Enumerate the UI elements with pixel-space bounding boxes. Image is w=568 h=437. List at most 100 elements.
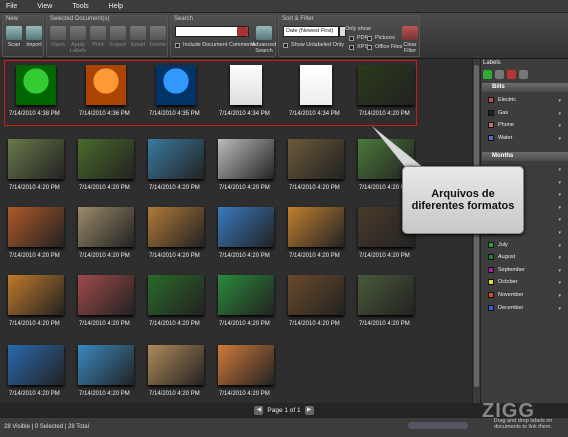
chevron-down-icon[interactable]: ▾ [558,280,561,286]
office-files-checkbox[interactable]: Office Files [367,44,402,50]
open-label: Open [51,42,65,48]
pictures-checkbox[interactable]: Pictures [367,35,395,41]
document-thumbnail[interactable]: 7/14/2010 4:20 PM [214,137,280,203]
export-button[interactable]: Export [107,25,129,56]
import-button[interactable]: Import [23,25,45,56]
import-icon [26,26,42,40]
scan-button[interactable]: Scan [3,25,25,56]
document-thumbnail[interactable]: 7/14/2010 4:20 PM [74,273,140,339]
document-thumbnail[interactable]: 7/14/2010 4:20 PM [144,137,210,203]
document-thumbnail[interactable]: 7/14/2010 4:20 PM [4,273,70,339]
scan-label: Scan [7,42,21,48]
thumbnail-date: 7/14/2010 4:20 PM [149,391,200,397]
menu-tools[interactable]: Tools [72,3,88,10]
thumbnail-date: 7/14/2010 4:20 PM [79,321,130,327]
open-button[interactable]: Open [47,25,69,56]
clear-filter-button[interactable]: Clear Filter [399,25,421,56]
category-months[interactable]: Months [482,152,568,161]
chevron-down-icon[interactable]: ▾ [558,136,561,142]
chevron-down-icon[interactable]: ▾ [558,180,561,186]
label-item[interactable]: August ▾ [482,251,568,263]
chevron-down-icon[interactable]: ▾ [558,293,561,299]
xps-checkbox[interactable]: XPS [349,44,368,50]
thumbnail-image [218,139,274,179]
thumbnail-date: 7/14/2010 4:20 PM [289,321,340,327]
category-bills[interactable]: Bills [482,83,568,92]
document-thumbnail[interactable]: 7/14/2010 4:20 PM [4,137,70,203]
checkbox-box [349,35,354,41]
export-label: Export [110,42,126,48]
chevron-down-icon[interactable]: ▾ [558,243,561,249]
thumbnail-date: 7/14/2010 4:20 PM [79,253,130,259]
unlabeled-only-checkbox[interactable]: Show Unlabeled Only [283,42,344,48]
thumbnail-image [358,275,414,315]
document-thumbnail[interactable]: 7/14/2010 4:20 PM [214,205,280,271]
print-button[interactable]: Print [87,25,109,56]
chevron-down-icon[interactable]: ▾ [558,98,561,104]
chevron-down-icon[interactable]: ▾ [558,268,561,274]
chevron-down-icon[interactable]: ▾ [558,230,561,236]
label-item[interactable]: Phone ▾ [482,119,568,131]
document-thumbnail[interactable]: 7/14/2010 4:20 PM [284,273,350,339]
checkbox-box [367,35,372,41]
advanced-search-button[interactable]: Advanced Search [252,25,276,56]
document-thumbnail[interactable]: 7/14/2010 4:20 PM [354,273,420,339]
document-thumbnail[interactable]: 7/14/2010 4:20 PM [214,273,280,339]
label-name: Gas [498,109,509,116]
thumbnail-image [148,207,204,247]
document-thumbnail[interactable]: 7/14/2010 4:20 PM [144,343,210,409]
sort-select[interactable]: Date (Newest First) [283,26,339,37]
menu-help[interactable]: Help [109,3,123,10]
label-item[interactable]: Electric ▾ [482,94,568,106]
label-item[interactable]: October ▾ [482,276,568,288]
document-thumbnail[interactable]: 7/14/2010 4:20 PM [284,205,350,271]
label-name: Water [498,134,513,141]
labels-toolbar [483,70,528,79]
prev-page-button[interactable]: ◀ [254,405,264,415]
document-thumbnail[interactable]: 7/14/2010 4:20 PM [74,137,140,203]
label-item[interactable]: November ▾ [482,289,568,301]
label-name: October [498,279,518,286]
thumbnail-image [8,275,64,315]
next-page-button[interactable]: ▶ [304,405,314,415]
label-item[interactable]: September ▾ [482,264,568,276]
document-thumbnail[interactable]: 7/14/2010 4:20 PM [284,137,350,203]
document-thumbnail[interactable]: 7/14/2010 4:20 PM [144,205,210,271]
thumbnail-image [148,345,204,385]
zoom-slider[interactable] [408,422,468,429]
label-item[interactable]: Gas ▾ [482,107,568,119]
chevron-down-icon[interactable]: ▾ [558,217,561,223]
label-item[interactable]: December ▾ [482,302,568,314]
document-thumbnail[interactable]: 7/14/2010 4:20 PM [74,343,140,409]
chevron-down-icon[interactable]: ▾ [558,192,561,198]
apply-labels-button[interactable]: Apply Labels [67,25,89,56]
document-thumbnail[interactable]: 7/14/2010 4:20 PM [74,205,140,271]
chevron-down-icon[interactable]: ▾ [558,205,561,211]
new-group-title: New [6,16,19,22]
document-thumbnail[interactable]: 7/14/2010 4:20 PM [4,205,70,271]
chevron-down-icon[interactable]: ▾ [558,111,561,117]
document-thumbnail[interactable]: 7/14/2010 4:20 PM [144,273,210,339]
add-label-icon[interactable] [483,70,492,79]
menu-view[interactable]: View [37,3,52,10]
label-item[interactable]: July ▾ [482,239,568,251]
thumbnail-image [8,207,64,247]
delete-label-icon[interactable] [507,70,516,79]
label-options-icon[interactable] [519,70,528,79]
edit-label-icon[interactable] [495,70,504,79]
email-button[interactable]: Email [127,25,149,56]
chevron-down-icon[interactable]: ▾ [558,167,561,173]
search-icon[interactable] [237,27,248,36]
chevron-down-icon[interactable]: ▾ [558,255,561,261]
delete-button[interactable]: Delete [147,25,169,56]
document-thumbnail[interactable]: 7/14/2010 4:20 PM [214,343,280,409]
document-thumbnail[interactable]: 7/14/2010 4:20 PM [4,343,70,409]
chevron-down-icon[interactable]: ▾ [558,306,561,312]
menu-file[interactable]: File [6,3,17,10]
thumbnail-image [78,139,134,179]
include-comments-checkbox[interactable]: Include Document Comments [175,42,255,48]
pdf-checkbox[interactable]: PDF [349,35,368,41]
chevron-down-icon[interactable]: ▾ [558,123,561,129]
label-item[interactable]: Water ▾ [482,132,568,144]
clear-filter-icon [402,26,418,40]
